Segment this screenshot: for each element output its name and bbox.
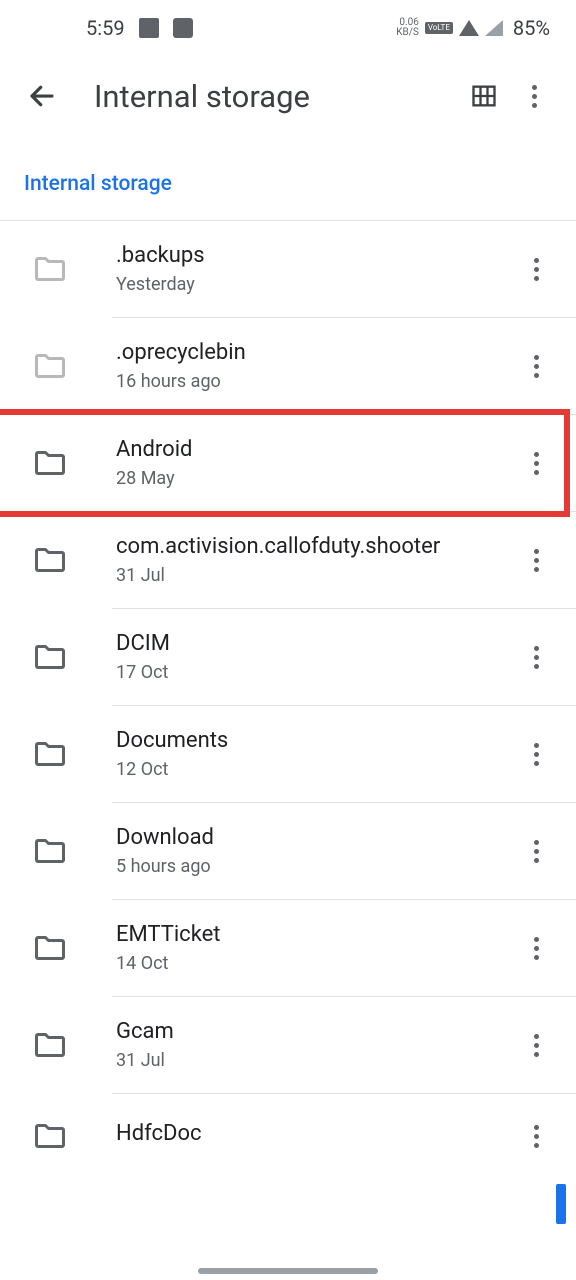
- page-title: Internal storage: [94, 78, 454, 115]
- more-options-button[interactable]: [514, 76, 554, 116]
- folder-subtitle: Yesterday: [116, 274, 516, 295]
- folder-more-button[interactable]: [516, 540, 556, 580]
- battery-percent: 85%: [513, 16, 550, 40]
- folder-subtitle: 16 hours ago: [116, 371, 516, 392]
- folder-icon: [32, 736, 68, 772]
- folder-icon: [32, 639, 68, 675]
- folder-more-button[interactable]: [516, 346, 556, 386]
- folder-name: Download: [116, 825, 516, 850]
- folder-name: Documents: [116, 728, 516, 753]
- app-bar: Internal storage: [0, 56, 576, 136]
- scrollbar[interactable]: [556, 1184, 566, 1224]
- folder-row[interactable]: Download 5 hours ago: [0, 803, 576, 899]
- signal-icon: [485, 20, 503, 36]
- folder-row[interactable]: .oprecyclebin 16 hours ago: [0, 318, 576, 414]
- back-button[interactable]: [22, 76, 62, 116]
- folder-icon: [32, 833, 68, 869]
- folder-more-button[interactable]: [516, 443, 556, 483]
- folder-subtitle: 28 May: [116, 468, 516, 489]
- folder-row[interactable]: Gcam 31 Jul: [0, 997, 576, 1093]
- folder-more-button[interactable]: [516, 249, 556, 289]
- folder-row[interactable]: .backups Yesterday: [0, 221, 576, 317]
- folder-row[interactable]: Documents 12 Oct: [0, 706, 576, 802]
- folder-name: EMTTicket: [116, 922, 516, 947]
- folder-row[interactable]: DCIM 17 Oct: [0, 609, 576, 705]
- folder-icon: [32, 251, 68, 287]
- nav-gesture-bar: [198, 1268, 378, 1274]
- status-time: 5:59: [86, 16, 125, 40]
- network-speed: 0.06 KB/S: [396, 18, 419, 38]
- folder-name: com.activision.callofduty.shooter: [116, 534, 516, 559]
- folder-icon: [32, 348, 68, 384]
- folder-name: HdfcDoc: [116, 1121, 516, 1146]
- folder-subtitle: 31 Jul: [116, 1050, 516, 1071]
- folder-icon: [32, 445, 68, 481]
- folder-row[interactable]: Android 28 May: [0, 415, 576, 511]
- folder-icon: [32, 930, 68, 966]
- folder-icon: [32, 1118, 68, 1154]
- folder-row[interactable]: HdfcDoc: [0, 1094, 576, 1178]
- folder-name: .backups: [116, 243, 516, 268]
- folder-subtitle: 5 hours ago: [116, 856, 516, 877]
- folder-subtitle: 14 Oct: [116, 953, 516, 974]
- folder-row[interactable]: EMTTicket 14 Oct: [0, 900, 576, 996]
- breadcrumb[interactable]: Internal storage: [0, 136, 576, 220]
- folder-subtitle: 12 Oct: [116, 759, 516, 780]
- wifi-icon: [459, 20, 479, 36]
- folder-row[interactable]: com.activision.callofduty.shooter 31 Jul: [0, 512, 576, 608]
- folder-more-button[interactable]: [516, 831, 556, 871]
- folder-name: DCIM: [116, 631, 516, 656]
- status-bar: 5:59 0.06 KB/S VoLTE 85%: [0, 0, 576, 56]
- volte-icon: VoLTE: [425, 22, 453, 34]
- folder-icon: [32, 1027, 68, 1063]
- folder-list: .backups Yesterday .oprecyclebin 16 hours …: [0, 221, 576, 1178]
- folder-more-button[interactable]: [516, 1116, 556, 1156]
- folder-more-button[interactable]: [516, 928, 556, 968]
- folder-more-button[interactable]: [516, 1025, 556, 1065]
- folder-more-button[interactable]: [516, 637, 556, 677]
- folder-name: .oprecyclebin: [116, 340, 516, 365]
- folder-subtitle: 31 Jul: [116, 565, 516, 586]
- folder-name: Gcam: [116, 1019, 516, 1044]
- folder-more-button[interactable]: [516, 734, 556, 774]
- image-notification-icon: [139, 18, 159, 38]
- folder-subtitle: 17 Oct: [116, 662, 516, 683]
- app-notification-icon: [173, 18, 193, 38]
- folder-icon: [32, 542, 68, 578]
- view-grid-button[interactable]: [464, 76, 504, 116]
- folder-name: Android: [116, 437, 516, 462]
